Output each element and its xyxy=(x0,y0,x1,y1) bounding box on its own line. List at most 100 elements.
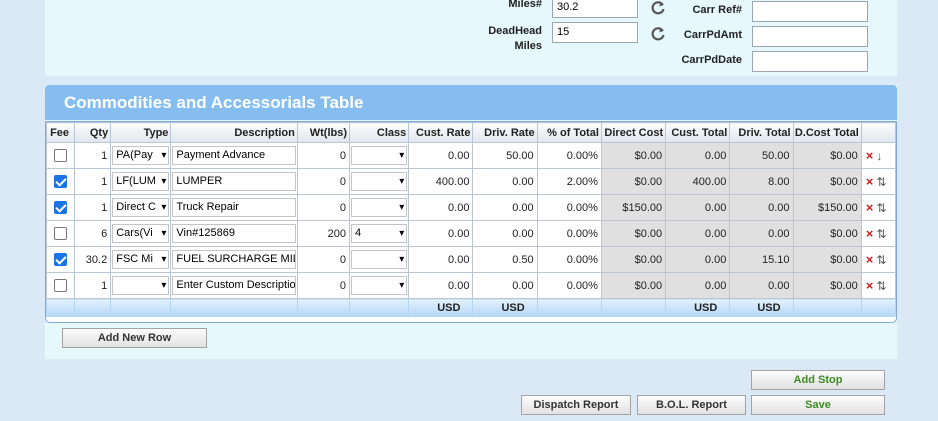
type-select[interactable]: Cars(Vi ▾ xyxy=(112,224,170,243)
cust-rate-cell[interactable]: 0.00 xyxy=(408,194,474,221)
driv-rate-cell[interactable]: 0.00 xyxy=(472,220,538,247)
col-header-qty[interactable]: Qty xyxy=(74,122,112,143)
class-select[interactable]: 4 ▾ xyxy=(351,224,408,243)
description-input[interactable]: Vin#125869 xyxy=(172,224,296,243)
class-select[interactable]: ▾ xyxy=(351,172,408,191)
type-select[interactable]: PA(Pay ▾ xyxy=(112,146,170,165)
table-row: 1 ▾ Enter Custom Descriptio 0 ▾ 0.00 0.00 0.00%… xyxy=(45,272,897,299)
move-row-icon[interactable]: ↓ xyxy=(876,149,882,163)
description-input[interactable]: LUMPER xyxy=(172,172,296,191)
col-header-driv-rate[interactable]: Driv. Rate xyxy=(472,122,538,143)
col-header-cust-total[interactable]: Cust. Total xyxy=(665,122,731,143)
carr-pd-date-input[interactable] xyxy=(752,51,868,72)
type-value: LF(LUM xyxy=(116,175,156,187)
cust-rate-cell[interactable]: 0.00 xyxy=(408,246,474,273)
col-header-driv-total[interactable]: Driv. Total xyxy=(729,122,794,143)
cust-rate-cell[interactable]: 0.00 xyxy=(408,142,474,169)
weight-cell[interactable]: 0 xyxy=(296,246,351,273)
type-select[interactable]: FSC Mi ▾ xyxy=(112,250,170,269)
weight-cell[interactable]: 0 xyxy=(296,168,351,195)
add-new-row-button[interactable]: Add New Row xyxy=(62,328,207,348)
pct-total-cell[interactable]: 0.00% xyxy=(536,246,602,273)
delete-row-icon[interactable]: × xyxy=(866,148,874,163)
fee-checkbox[interactable] xyxy=(54,227,68,240)
move-row-icon[interactable]: ⇅ xyxy=(876,279,886,293)
class-select[interactable]: ▾ xyxy=(351,276,408,295)
class-select[interactable]: ▾ xyxy=(351,198,408,217)
delete-row-icon[interactable]: × xyxy=(866,226,874,241)
pct-total-cell[interactable]: 0.00% xyxy=(536,272,602,299)
col-header-weight[interactable]: Wt(lbs) xyxy=(296,122,351,143)
direct-cost-cell: $0.00 xyxy=(600,246,667,273)
type-select[interactable]: LF(LUM ▾ xyxy=(112,172,170,191)
refresh-miles-icon[interactable] xyxy=(650,0,666,16)
driv-rate-cell[interactable]: 50.00 xyxy=(472,142,538,169)
move-row-icon[interactable]: ⇅ xyxy=(876,253,886,267)
miles-input[interactable]: 30.2 xyxy=(552,0,638,18)
table-row: 30.2 FSC Mi ▾ FUEL SURCHARGE MIL 0 ▾ 0.00 0.50 0… xyxy=(45,246,897,273)
qty-cell[interactable]: 30.2 xyxy=(74,246,112,273)
pct-total-cell[interactable]: 0.00% xyxy=(536,194,602,221)
class-value: 4 xyxy=(355,227,362,239)
weight-cell[interactable]: 0 xyxy=(296,142,351,169)
pct-total-cell[interactable]: 0.00% xyxy=(536,142,602,169)
fee-checkbox[interactable] xyxy=(54,279,68,292)
driv-rate-cell[interactable]: 0.00 xyxy=(472,168,538,195)
qty-cell[interactable]: 1 xyxy=(74,194,112,221)
col-header-type[interactable]: Type xyxy=(110,122,172,143)
driv-rate-cell[interactable]: 0.00 xyxy=(472,272,538,299)
bol-report-button[interactable]: B.O.L. Report xyxy=(637,395,746,415)
qty-cell[interactable]: 6 xyxy=(74,220,112,247)
fee-checkbox[interactable] xyxy=(54,253,68,266)
qty-cell[interactable]: 1 xyxy=(74,272,112,299)
move-row-icon[interactable]: ⇅ xyxy=(876,175,886,189)
col-header-dcost-total[interactable]: D.Cost Total xyxy=(792,122,862,143)
weight-cell[interactable]: 0 xyxy=(296,272,351,299)
delete-row-icon[interactable]: × xyxy=(866,174,874,189)
type-select[interactable]: ▾ xyxy=(112,276,170,295)
description-input[interactable]: Enter Custom Descriptio xyxy=(172,276,296,295)
col-header-direct-cost[interactable]: Direct Cost xyxy=(600,122,667,143)
driv-rate-cell[interactable]: 0.50 xyxy=(472,246,538,273)
carr-ref-label: Carr Ref# xyxy=(692,4,742,16)
class-select[interactable]: ▾ xyxy=(351,146,408,165)
col-header-description[interactable]: Description xyxy=(170,122,298,143)
type-value: Cars(Vi xyxy=(116,227,153,239)
qty-cell[interactable]: 1 xyxy=(74,142,112,169)
cust-rate-cell[interactable]: 400.00 xyxy=(408,168,474,195)
col-header-fee[interactable]: Fee xyxy=(45,122,76,143)
class-select[interactable]: ▾ xyxy=(351,250,408,269)
description-input[interactable]: FUEL SURCHARGE MIL xyxy=(172,250,296,269)
cust-rate-cell[interactable]: 0.00 xyxy=(408,220,474,247)
weight-cell[interactable]: 0 xyxy=(296,194,351,221)
col-header-class[interactable]: Class xyxy=(349,122,410,143)
fee-checkbox[interactable] xyxy=(54,175,68,188)
type-select[interactable]: Direct C ▾ xyxy=(112,198,170,217)
pct-total-cell[interactable]: 0.00% xyxy=(536,220,602,247)
move-row-icon[interactable]: ⇅ xyxy=(876,201,886,215)
driv-total-cell: 15.10 xyxy=(729,246,794,273)
move-row-icon[interactable]: ⇅ xyxy=(876,227,886,241)
dispatch-report-button[interactable]: Dispatch Report xyxy=(521,395,631,415)
fee-checkbox[interactable] xyxy=(54,201,68,214)
deadhead-miles-input[interactable]: 15 xyxy=(552,22,638,43)
pct-total-cell[interactable]: 2.00% xyxy=(536,168,602,195)
delete-row-icon[interactable]: × xyxy=(866,200,874,215)
description-input[interactable]: Payment Advance xyxy=(172,146,296,165)
col-header-pct-total[interactable]: % of Total xyxy=(536,122,602,143)
weight-cell[interactable]: 200 xyxy=(296,220,351,247)
col-header-cust-rate[interactable]: Cust. Rate xyxy=(408,122,474,143)
cust-rate-cell[interactable]: 0.00 xyxy=(408,272,474,299)
save-button[interactable]: Save xyxy=(751,395,885,415)
fee-checkbox[interactable] xyxy=(54,149,68,162)
refresh-deadhead-icon[interactable] xyxy=(650,26,666,42)
delete-row-icon[interactable]: × xyxy=(866,278,874,293)
carr-pd-amt-input[interactable] xyxy=(752,26,868,47)
table-footer-row: USD USD USD USD xyxy=(45,298,897,317)
add-stop-button[interactable]: Add Stop xyxy=(751,370,885,390)
carr-ref-input[interactable] xyxy=(752,1,868,22)
qty-cell[interactable]: 1 xyxy=(74,168,112,195)
description-input[interactable]: Truck Repair xyxy=(172,198,296,217)
delete-row-icon[interactable]: × xyxy=(866,252,874,267)
driv-rate-cell[interactable]: 0.00 xyxy=(472,194,538,221)
